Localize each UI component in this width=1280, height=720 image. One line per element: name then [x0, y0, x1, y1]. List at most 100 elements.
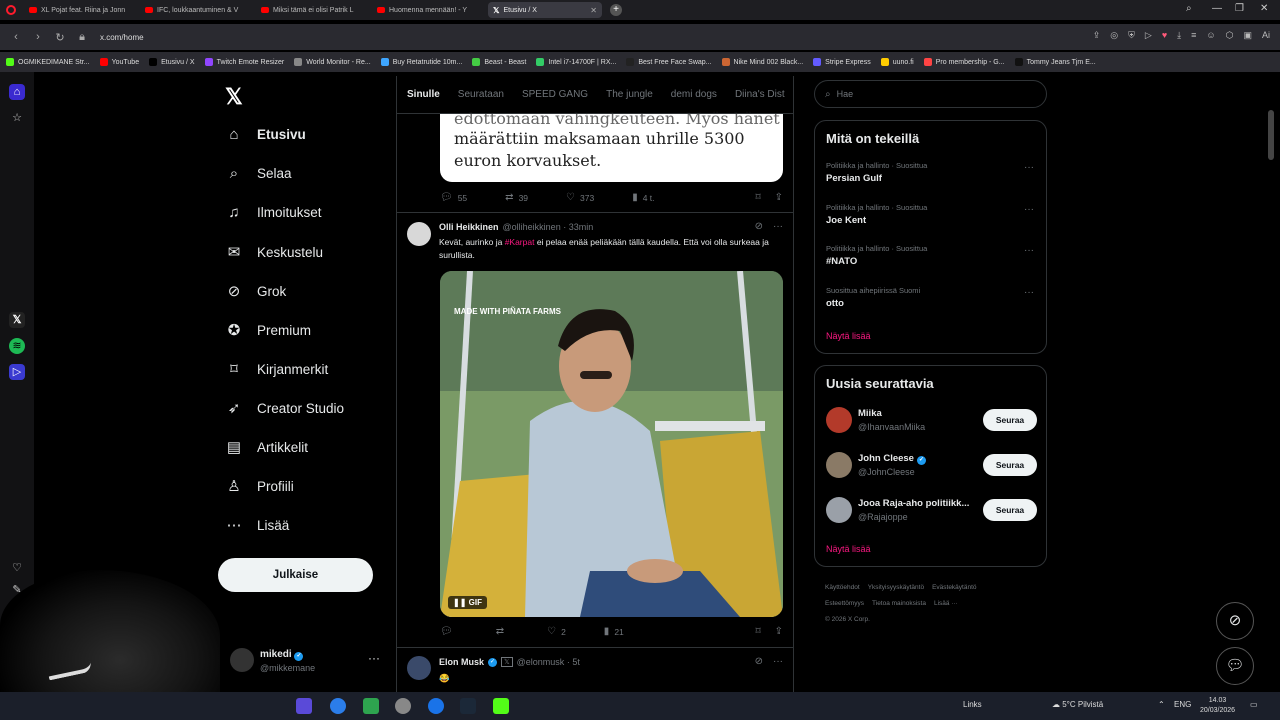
- account-switcher[interactable]: mikedi ✓ @mikkemane ···: [230, 646, 390, 682]
- share-icon[interactable]: ⇪: [775, 626, 783, 637]
- share-icon[interactable]: ⇪: [775, 192, 783, 203]
- bookmark-item[interactable]: Stripe Express: [813, 58, 871, 66]
- hashtag-link[interactable]: #Karpat: [505, 237, 535, 247]
- footer-link[interactable]: Lisää ···: [934, 600, 958, 607]
- bookmark-item[interactable]: YouTube: [99, 58, 139, 66]
- gif-badge[interactable]: ❚❚ GIF: [448, 596, 487, 609]
- nav-item-etusivu[interactable]: ⌂ Etusivu: [225, 126, 305, 143]
- extension-icon[interactable]: ⬡: [1226, 30, 1234, 41]
- app-icon[interactable]: [296, 698, 312, 714]
- browser-tab[interactable]: Miksi tämä ei olisi Patrik L: [256, 2, 370, 18]
- nav-item-kirjanmerkit[interactable]: ⌑ Kirjanmerkit: [225, 360, 328, 378]
- nav-item-keskustelu[interactable]: ✉ Keskustelu: [225, 243, 323, 261]
- bookmark-item[interactable]: Nike Mind 002 Black...: [721, 58, 803, 66]
- back-icon[interactable]: ‹: [10, 31, 22, 43]
- chrome-icon[interactable]: [330, 698, 346, 714]
- weather-widget[interactable]: ☁ 5°C Pilvistä: [1052, 700, 1103, 709]
- play-icon[interactable]: ▷: [1145, 30, 1152, 41]
- player-icon[interactable]: ▷: [9, 364, 25, 380]
- more-dots-icon[interactable]: ···: [368, 651, 380, 665]
- timeline-tab[interactable]: SPEED GANG: [522, 89, 588, 100]
- heart-icon[interactable]: ♥: [1162, 30, 1167, 41]
- app-icon[interactable]: [395, 698, 411, 714]
- footer-link[interactable]: Yksityisyyskäytäntö: [868, 584, 924, 591]
- footer-link[interactable]: Esteettömyys: [825, 600, 864, 607]
- views-button[interactable]: ▮ 21: [604, 626, 624, 637]
- grok-float-icon[interactable]: ⊘: [1216, 602, 1254, 640]
- reload-icon[interactable]: ↻: [54, 31, 66, 44]
- more-dots-icon[interactable]: ···: [773, 221, 783, 232]
- browser-tab[interactable]: Huomenna mennään! - Y: [372, 2, 486, 18]
- reply-button[interactable]: 💬︎ 55: [440, 192, 467, 203]
- repost-button[interactable]: ⇄ 39: [505, 192, 528, 203]
- x-logo-icon[interactable]: 𝕏: [225, 84, 243, 110]
- language-indicator[interactable]: ENG: [1174, 700, 1191, 709]
- url-field[interactable]: x.com/home: [100, 33, 144, 42]
- profile-icon[interactable]: ☺: [1206, 30, 1215, 41]
- bookmark-item[interactable]: Twitch Emote Resizer: [204, 58, 284, 66]
- more-dots-icon[interactable]: ···: [1024, 287, 1034, 298]
- more-dots-icon[interactable]: ···: [1024, 204, 1034, 215]
- heart-outline-icon[interactable]: ♡: [9, 560, 25, 576]
- browser-tab[interactable]: IFC, loukkaantuminen & V: [140, 2, 254, 18]
- grok-icon[interactable]: ⊘: [755, 656, 763, 667]
- clock[interactable]: 14.03 20/03/2026: [1200, 696, 1235, 716]
- shield-icon[interactable]: ⛨: [1128, 30, 1135, 41]
- article-image[interactable]: edottomaan vahingkeuteen. Myös hänet mää…: [440, 109, 783, 182]
- nav-item-artikkelit[interactable]: ▤ Artikkelit: [225, 438, 308, 456]
- kick-icon[interactable]: [493, 698, 509, 714]
- views-button[interactable]: ▮ 4 t.: [632, 192, 654, 203]
- avatar[interactable]: [826, 452, 852, 478]
- nav-item-grok[interactable]: ⊘ Grok: [225, 282, 287, 300]
- show-more-link[interactable]: Näytä lisää: [826, 544, 871, 554]
- grok-icon[interactable]: ⊘: [755, 221, 763, 232]
- show-more-link[interactable]: Näytä lisää: [826, 331, 871, 341]
- author-name[interactable]: Olli Heikkinen: [439, 222, 499, 232]
- post-button[interactable]: Julkaise: [218, 558, 373, 592]
- timeline-tab[interactable]: Seurataan: [458, 89, 504, 100]
- more-dots-icon[interactable]: ···: [1024, 245, 1034, 256]
- nav-item-creator-studio[interactable]: ➶ Creator Studio: [225, 399, 344, 417]
- browser-tab-active[interactable]: 𝕏 Etusivu / X ✕: [488, 2, 602, 18]
- nav-item-selaa[interactable]: ⌕ Selaa: [225, 165, 292, 182]
- post-time[interactable]: 5t: [572, 657, 580, 667]
- follow-name[interactable]: Jooa Raja-aho politiikk...: [858, 498, 969, 509]
- timeline-tab[interactable]: Diina's Dist: [735, 89, 785, 100]
- browser-tab[interactable]: XL Pojat feat. Riina ja Jonn: [24, 2, 138, 18]
- box-icon[interactable]: ▣: [1243, 30, 1252, 41]
- post-time[interactable]: 33min: [569, 222, 594, 232]
- like-button[interactable]: ♡ 373: [566, 192, 594, 203]
- avatar[interactable]: [826, 407, 852, 433]
- steam-icon[interactable]: [460, 698, 476, 714]
- nav-item-lisää[interactable]: ⋯ Lisää: [225, 516, 290, 534]
- nav-item-ilmoitukset[interactable]: ♫ Ilmoitukset: [225, 204, 321, 221]
- reply-button[interactable]: 💬︎: [440, 626, 458, 637]
- avatar[interactable]: [826, 497, 852, 523]
- bookmark-icon[interactable]: ⌑: [755, 626, 760, 637]
- timeline-tab[interactable]: demi dogs: [671, 89, 717, 100]
- avatar[interactable]: [407, 656, 431, 680]
- like-button[interactable]: ♡ 2: [547, 626, 566, 637]
- new-tab-button[interactable]: +: [610, 4, 622, 16]
- follow-button[interactable]: Seuraa: [983, 499, 1037, 521]
- minimize-button[interactable]: —: [1212, 3, 1222, 14]
- nav-item-premium[interactable]: ✪ Premium: [225, 321, 311, 339]
- bookmark-item[interactable]: Best Free Face Swap...: [626, 58, 712, 66]
- follow-button[interactable]: Seuraa: [983, 409, 1037, 431]
- home-icon[interactable]: ⌂: [9, 84, 25, 100]
- bookmark-item[interactable]: Intel i7-14700F | RX...: [536, 58, 616, 66]
- maximize-button[interactable]: ❐: [1235, 3, 1244, 14]
- timeline-tab[interactable]: Sinulle: [407, 89, 440, 100]
- menu-icon[interactable]: ≡: [1191, 30, 1196, 41]
- author-handle[interactable]: @olliheikkinen: [503, 222, 561, 232]
- camera-icon[interactable]: ◎: [1110, 30, 1118, 41]
- nav-item-profiili[interactable]: ♙ Profiili: [225, 477, 294, 495]
- close-window-button[interactable]: ✕: [1260, 3, 1268, 14]
- bookmark-item[interactable]: uuno.fi: [880, 58, 914, 66]
- app-icon[interactable]: [363, 698, 379, 714]
- x-app-icon[interactable]: 𝕏: [9, 312, 25, 328]
- follow-name[interactable]: John Cleese ✓: [858, 453, 930, 465]
- author-handle[interactable]: @elonmusk: [517, 657, 565, 667]
- links-toolbar[interactable]: Links: [963, 700, 982, 709]
- bookmark-icon[interactable]: ⌑: [755, 192, 760, 203]
